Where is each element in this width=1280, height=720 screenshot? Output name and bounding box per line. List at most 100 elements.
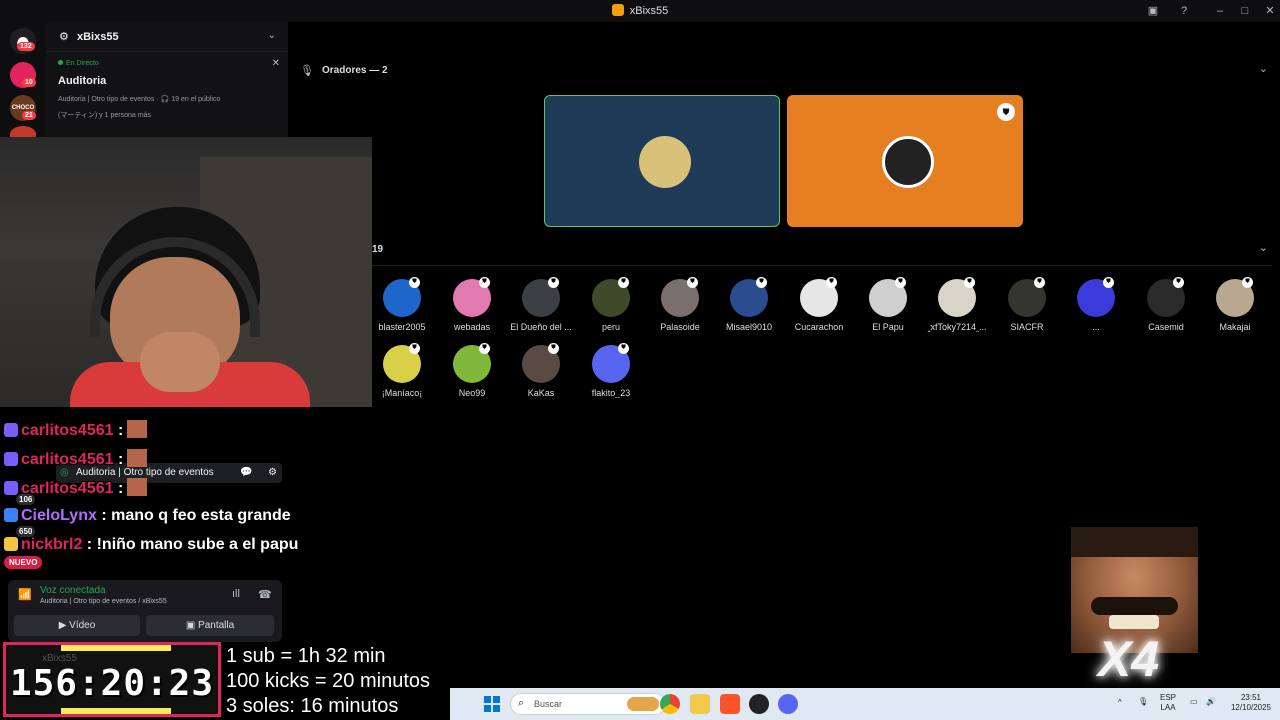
audience-member[interactable]: ⛊ ¡Maníaco¡ bbox=[367, 343, 437, 405]
chat-icon[interactable]: 💬 bbox=[240, 467, 252, 478]
audience-name: Makajai bbox=[1219, 322, 1251, 332]
screen-share-button[interactable]: ▣ Pantalla bbox=[146, 615, 274, 636]
member-badge-icon: ⛊ bbox=[479, 343, 490, 354]
maximize-button[interactable]: □ bbox=[1237, 3, 1253, 19]
audience-count: 19 bbox=[372, 244, 384, 255]
close-icon[interactable]: ✕ bbox=[272, 58, 280, 69]
obs-icon[interactable] bbox=[749, 694, 769, 714]
chat-text: !niño mano sube a el papu bbox=[92, 536, 299, 553]
rule-line: 3 soles: 16 minutos bbox=[226, 695, 399, 717]
brave-icon[interactable] bbox=[720, 694, 740, 714]
chat-badge-count: 106 bbox=[16, 494, 36, 505]
speaker-avatar bbox=[882, 136, 934, 188]
meme-teeth bbox=[1109, 615, 1159, 629]
inbox-icon[interactable]: ▣ bbox=[1145, 3, 1161, 19]
rule-line: 100 kicks = 20 minutos bbox=[226, 670, 430, 692]
meme-hair bbox=[1071, 527, 1198, 557]
audience-member[interactable]: ⛊ webadas bbox=[437, 277, 507, 339]
member-badge-icon: ⛊ bbox=[548, 343, 559, 354]
close-button[interactable]: ✕ bbox=[1262, 3, 1278, 19]
volume-icon[interactable]: 🔊 bbox=[1206, 697, 1216, 707]
audience-member[interactable]: ⛊ Makajai bbox=[1200, 277, 1270, 339]
live-event-card[interactable]: En Directo Auditoria Auditoria | Otro ti… bbox=[54, 56, 282, 120]
chat-separator: : bbox=[96, 507, 107, 524]
chat-separator: : bbox=[82, 536, 93, 553]
audience-member[interactable]: ⛊ Palasoide bbox=[645, 277, 715, 339]
title-bar: xBixs55 ▣ ? – □ ✕ bbox=[0, 0, 1280, 22]
channel-panel: ⚙ xBixs55 ⌄ En Directo Auditoria Auditor… bbox=[46, 22, 288, 142]
windows-start-icon[interactable] bbox=[484, 696, 500, 712]
audience-member[interactable]: ⛊ Misael9010 bbox=[714, 277, 784, 339]
chat-separator: : bbox=[113, 422, 124, 439]
chat-message: CieloLynx : mano q feo esta grande bbox=[4, 507, 291, 525]
chat-badge-icon bbox=[4, 508, 18, 522]
chat-badge-icon bbox=[4, 423, 18, 437]
chat-separator: : bbox=[113, 480, 124, 497]
audience-member[interactable]: ⛊... bbox=[1061, 277, 1131, 339]
server-settings-icon: ⚙ bbox=[59, 31, 69, 43]
chevron-down-icon: ⌄ bbox=[1258, 63, 1268, 75]
noise-suppression-icon[interactable]: ıll bbox=[232, 588, 240, 600]
chat-username: carlitos4561 bbox=[21, 451, 114, 468]
chevron-down-icon: ⌄ bbox=[267, 30, 276, 41]
audience-member[interactable]: ⛊ peru bbox=[576, 277, 646, 339]
video-button[interactable]: ▶ Vídeo bbox=[14, 615, 140, 636]
audience-member[interactable]: ⛊ SIACFR bbox=[992, 277, 1062, 339]
clock[interactable]: 23:51 12/10/2025 bbox=[1226, 693, 1276, 713]
audience-member[interactable]: ⛊ El Dueño del ... bbox=[506, 277, 576, 339]
audience-member[interactable]: ⛊ El Papu bbox=[853, 277, 923, 339]
screen-icon: ▣ bbox=[185, 620, 199, 631]
audience-member[interactable]: ⛊ ꞈxfToky7214ꞈ... bbox=[922, 277, 992, 339]
chevron-down-icon: ⌄ bbox=[1258, 242, 1268, 254]
taskbar: ⌕ Buscar ^ 🎙 ESP LAA ▭ 🔊 23:51 12/10/2025 bbox=[450, 688, 1280, 720]
signal-icon: 📶 bbox=[18, 589, 32, 601]
audience-member[interactable]: ⛊ blaster2005 bbox=[367, 277, 437, 339]
server-header[interactable]: ⚙ xBixs55 ⌄ bbox=[46, 22, 288, 52]
chevron-up-icon[interactable]: ^ bbox=[1118, 698, 1122, 708]
emote-icon bbox=[127, 420, 148, 438]
speakers-header[interactable]: 🎙 Oradores — 2 ⌄ bbox=[300, 62, 1280, 82]
audience-name: flakito_23 bbox=[591, 388, 631, 398]
member-badge-icon: ⛊ bbox=[618, 277, 629, 288]
audience-member[interactable]: ⛊ KaKas bbox=[506, 343, 576, 405]
timer-accent-bottom bbox=[61, 708, 171, 714]
voice-channel-path: Auditoria | Otro tipo de eventos / xBixs… bbox=[40, 598, 167, 605]
timer-accent-top bbox=[61, 645, 171, 651]
audience-member[interactable]: ⛊ Neo99 bbox=[437, 343, 507, 405]
subathon-timer: xBixs55 156:20:23 bbox=[3, 642, 221, 717]
audience-divider bbox=[372, 265, 1272, 266]
gear-icon[interactable]: ⚙ bbox=[268, 467, 277, 478]
language-indicator[interactable]: ESP LAA bbox=[1160, 693, 1176, 713]
member-badge-icon: ⛊ bbox=[548, 277, 559, 288]
speaker-tile[interactable] bbox=[544, 95, 780, 227]
network-icon[interactable]: ▭ bbox=[1190, 697, 1198, 707]
audience-header[interactable]: 19 ⌄ bbox=[300, 241, 1280, 261]
webcam-overlay bbox=[0, 137, 372, 407]
audience-member[interactable]: ⛊ Casemid bbox=[1131, 277, 1201, 339]
chat-badge-count: 650 bbox=[16, 526, 36, 537]
mic-icon: 🎙 bbox=[300, 65, 314, 77]
member-badge-icon: ⛊ bbox=[1103, 277, 1114, 288]
chrome-icon[interactable] bbox=[660, 694, 680, 714]
audience-member[interactable]: ⛊ Cucarachon bbox=[784, 277, 854, 339]
member-badge-icon: ⛊ bbox=[1242, 277, 1253, 288]
mic-tray-icon[interactable]: 🎙 bbox=[1138, 697, 1148, 707]
search-icon: ⌕ bbox=[518, 697, 525, 709]
disconnect-icon[interactable]: ☎ bbox=[258, 588, 272, 601]
member-badge-icon: ⛊ bbox=[826, 277, 837, 288]
webcam-hand bbox=[140, 332, 220, 392]
taskbar-search[interactable]: ⌕ Buscar bbox=[510, 693, 666, 715]
event-users: (マーティン) y 1 persona más bbox=[58, 112, 151, 119]
discord-taskbar-icon[interactable] bbox=[778, 694, 798, 714]
speaker-tile[interactable]: ⛊ bbox=[787, 95, 1023, 227]
server-badge: 21 bbox=[22, 111, 36, 120]
multiplier-label: X4 bbox=[1098, 631, 1160, 687]
rule-line: 1 sub = 1h 32 min bbox=[226, 645, 386, 667]
member-badge-icon: ⛊ bbox=[479, 277, 490, 288]
file-explorer-icon[interactable] bbox=[690, 694, 710, 714]
audience-member[interactable]: ⛊ flakito_23 bbox=[576, 343, 646, 405]
minimize-button[interactable]: – bbox=[1212, 3, 1228, 19]
help-icon[interactable]: ? bbox=[1176, 3, 1192, 19]
member-badge-icon: ⛊ bbox=[409, 277, 420, 288]
chat-separator: : bbox=[113, 451, 124, 468]
